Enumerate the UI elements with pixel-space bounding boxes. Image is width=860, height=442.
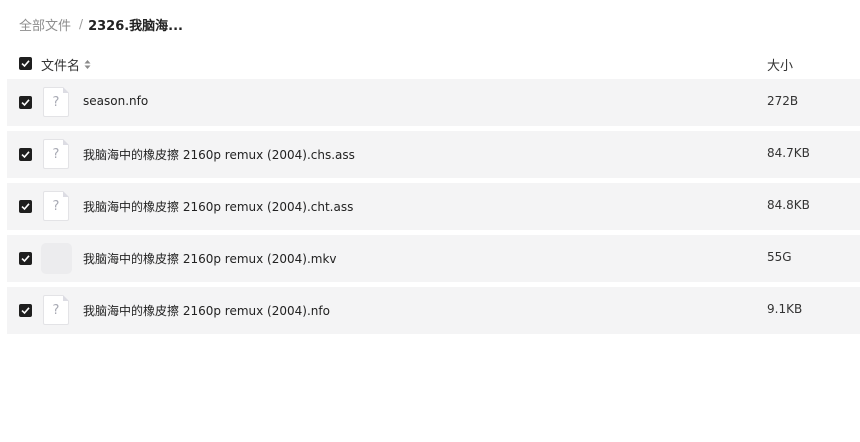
unknown-file-icon: ? xyxy=(43,295,69,325)
row-checkbox[interactable] xyxy=(19,252,32,265)
question-mark-glyph: ? xyxy=(52,95,60,110)
file-row[interactable]: 我脑海中的橡皮擦 2160p remux (2004).mkv 55G xyxy=(7,235,860,282)
breadcrumb-current-folder: 2326.我脑海... xyxy=(88,18,183,34)
breadcrumb: 全部文件 / 2326.我脑海... xyxy=(19,14,183,34)
file-row[interactable]: ? season.nfo 272B xyxy=(7,79,860,126)
question-mark-glyph: ? xyxy=(52,147,60,162)
select-all-checkbox[interactable] xyxy=(19,57,32,70)
question-mark-glyph: ? xyxy=(52,199,60,214)
file-name[interactable]: 我脑海中的橡皮擦 2160p remux (2004).nfo xyxy=(83,302,330,319)
checkmark-icon xyxy=(21,151,30,159)
row-checkbox[interactable] xyxy=(19,148,32,161)
file-row[interactable]: ? 我脑海中的橡皮擦 2160p remux (2004).cht.ass 84.8… xyxy=(7,183,860,230)
file-size: 55G xyxy=(767,250,792,264)
row-checkbox[interactable] xyxy=(19,96,32,109)
file-size: 84.7KB xyxy=(767,146,810,160)
unknown-file-icon: ? xyxy=(43,87,69,117)
column-header-size[interactable]: 大小 xyxy=(767,55,793,74)
checkmark-icon xyxy=(21,60,30,68)
file-size: 272B xyxy=(767,94,799,108)
row-checkbox[interactable] xyxy=(19,200,32,213)
file-size: 9.1KB xyxy=(767,302,803,316)
file-row[interactable]: ? 我脑海中的橡皮擦 2160p remux (2004).chs.ass 84.7… xyxy=(7,131,860,178)
question-mark-glyph: ? xyxy=(52,303,60,318)
file-browser-page: 全部文件 / 2326.我脑海... 文件名 大小 ? season.nfo 272… xyxy=(0,0,860,442)
checkmark-icon xyxy=(21,255,30,263)
row-checkbox[interactable] xyxy=(19,304,32,317)
file-name[interactable]: 我脑海中的橡皮擦 2160p remux (2004).cht.ass xyxy=(83,198,353,215)
breadcrumb-root-link[interactable]: 全部文件 xyxy=(19,15,71,34)
column-header-name[interactable]: 文件名 xyxy=(41,55,91,74)
checkmark-icon xyxy=(21,99,30,107)
checkmark-icon xyxy=(21,307,30,315)
file-row[interactable]: ? 我脑海中的橡皮擦 2160p remux (2004).nfo 9.1KB xyxy=(7,287,860,334)
column-header-name-label: 文件名 xyxy=(41,59,81,74)
file-size: 84.8KB xyxy=(767,198,810,212)
unknown-file-icon: ? xyxy=(43,139,69,169)
file-name[interactable]: season.nfo xyxy=(83,94,148,108)
table-header: 文件名 大小 xyxy=(0,52,860,76)
video-thumbnail-placeholder xyxy=(41,243,72,274)
file-name[interactable]: 我脑海中的橡皮擦 2160p remux (2004).mkv xyxy=(83,250,337,267)
unknown-file-icon: ? xyxy=(43,191,69,221)
sort-updown-icon[interactable] xyxy=(84,59,91,70)
breadcrumb-separator: / xyxy=(79,17,84,31)
file-name[interactable]: 我脑海中的橡皮擦 2160p remux (2004).chs.ass xyxy=(83,146,355,163)
checkmark-icon xyxy=(21,203,30,211)
